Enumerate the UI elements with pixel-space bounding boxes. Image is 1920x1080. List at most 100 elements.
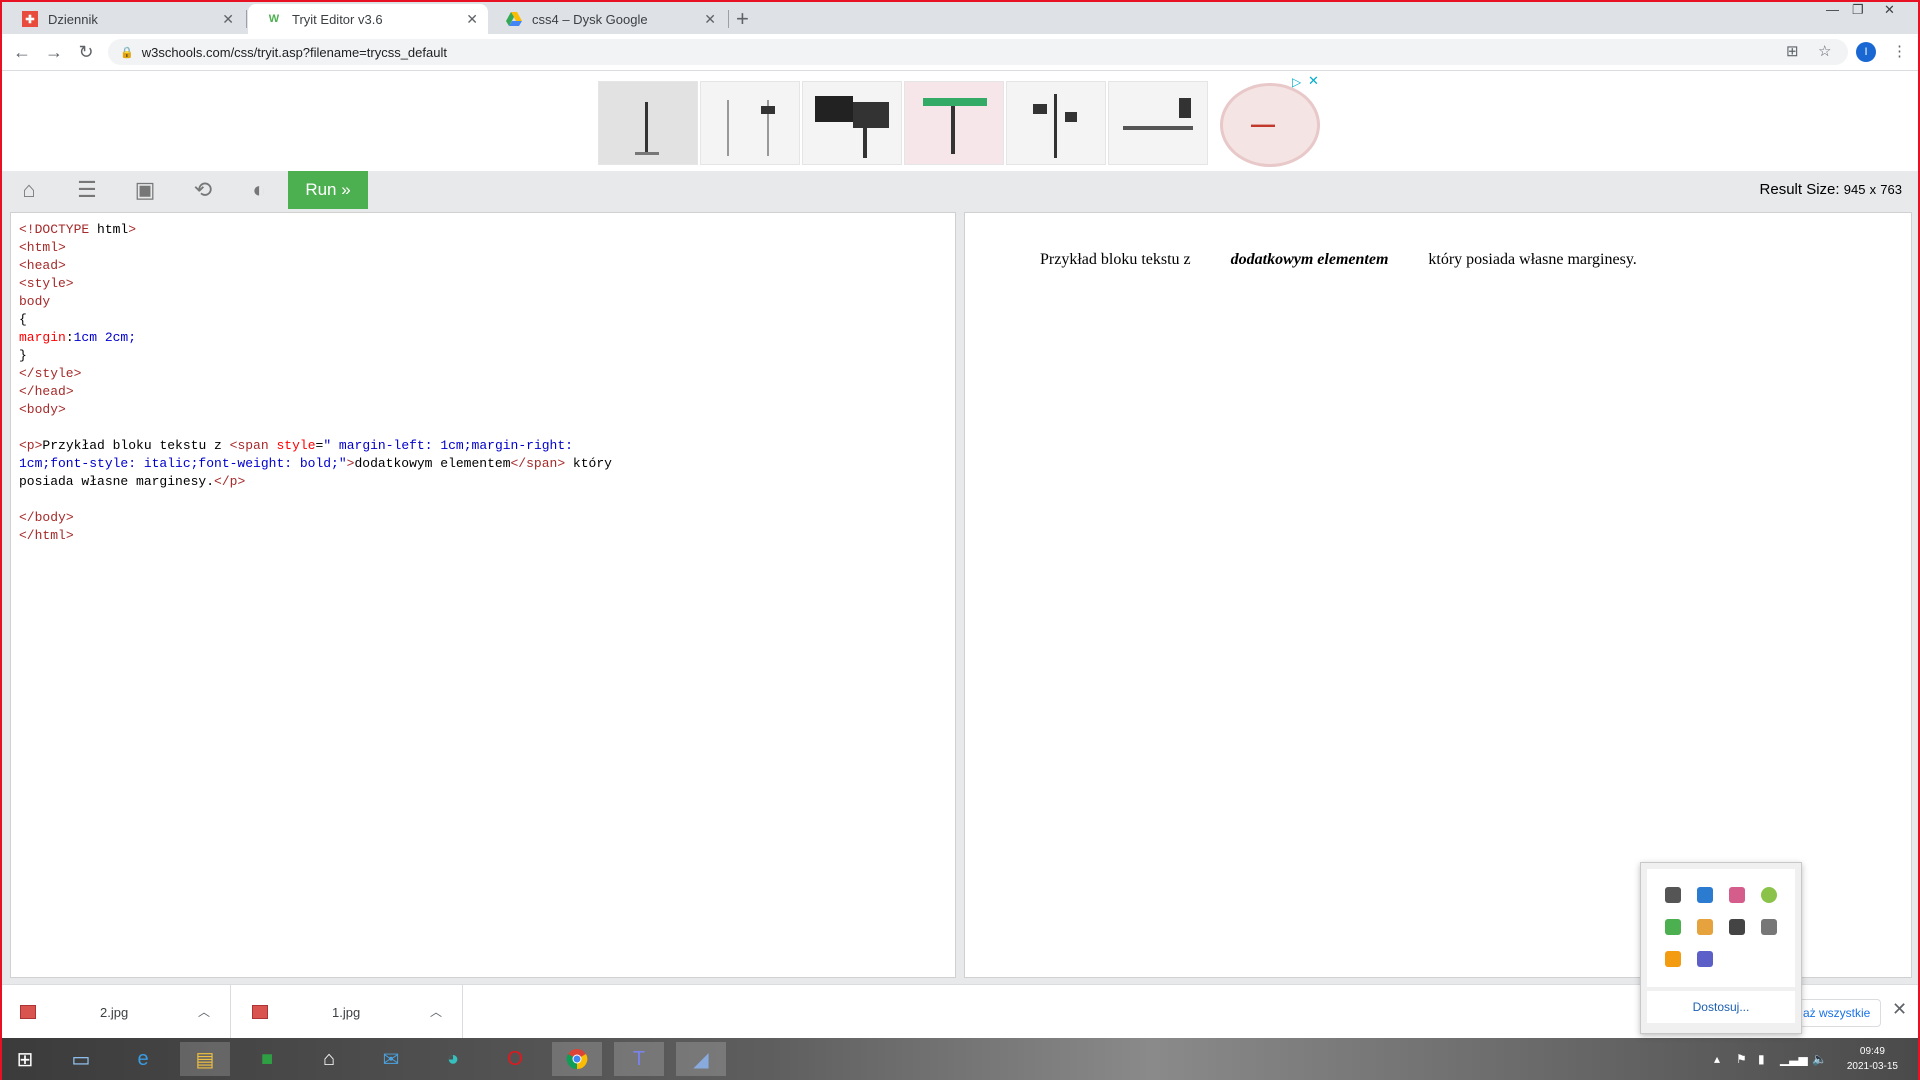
tray-overflow-popup: Dostosuj... bbox=[1640, 862, 1802, 1034]
result-size-display: Result Size: 945 x 763 bbox=[1760, 181, 1902, 198]
code-editor[interactable]: <!DOCTYPE html> <html> <head> <style> bo… bbox=[10, 212, 956, 978]
minimize-icon[interactable]: — bbox=[1826, 2, 1839, 17]
url-text: w3schools.com/css/tryit.asp?filename=try… bbox=[141, 44, 447, 60]
editor-area: <!DOCTYPE html> <html> <head> <style> bo… bbox=[0, 209, 1920, 984]
ad-banner[interactable]: ▬▬▬ ▷ ✕ bbox=[0, 71, 1920, 171]
download-filename: 1.jpg bbox=[332, 1004, 361, 1020]
download-filename: 2.jpg bbox=[100, 1004, 129, 1020]
profile-avatar[interactable]: I bbox=[1856, 42, 1876, 62]
clock-time: 09:49 bbox=[1859, 1046, 1885, 1057]
ad-product-image[interactable] bbox=[904, 81, 1004, 165]
adchoices-icon[interactable]: ▷ bbox=[1292, 75, 1301, 89]
tryit-toolbar: ⌂ ☰ ▣ ⟲ ◐ Run » Result Size: 945 x 763 bbox=[0, 171, 1920, 209]
result-height: 763 bbox=[1880, 182, 1902, 197]
opera-icon[interactable]: O bbox=[490, 1042, 540, 1076]
tab-strip: ✚ Dziennik ✕ W Tryit Editor v3.6 ✕ css4 … bbox=[0, 0, 1920, 34]
image-file-icon bbox=[20, 1005, 36, 1019]
rotate-layout-icon[interactable]: ⟲ bbox=[188, 176, 218, 204]
show-all-button[interactable]: aż wszystkie bbox=[1792, 999, 1882, 1027]
app-icon[interactable]: ◢ bbox=[676, 1042, 726, 1076]
download-item[interactable]: 1.jpg ︿ bbox=[232, 985, 463, 1039]
internet-explorer-icon[interactable]: e bbox=[118, 1042, 168, 1076]
tray-icons-grid bbox=[1647, 869, 1795, 987]
edge-icon[interactable]: ◕ bbox=[428, 1042, 478, 1076]
security-tray-icon[interactable] bbox=[1665, 919, 1681, 935]
tab-dysk-google[interactable]: css4 – Dysk Google ✕ bbox=[488, 4, 726, 34]
ad-product-image[interactable] bbox=[1006, 81, 1106, 165]
ad-brand-logo: ▬▬▬ bbox=[1251, 120, 1275, 129]
update-tray-icon[interactable] bbox=[1761, 887, 1777, 903]
store-icon[interactable]: ■ bbox=[242, 1042, 292, 1076]
dropbox-tray-icon[interactable] bbox=[1697, 919, 1713, 935]
theme-contrast-icon[interactable]: ◐ bbox=[244, 176, 274, 204]
wifi-signal-icon[interactable]: ▁▃▅ bbox=[1780, 1052, 1808, 1066]
windows-start-icon[interactable]: ⊞ bbox=[0, 1042, 50, 1076]
drive-tray-icon[interactable] bbox=[1761, 919, 1777, 935]
close-icon[interactable]: ✕ bbox=[1892, 999, 1907, 1020]
close-icon[interactable]: ✕ bbox=[222, 11, 234, 28]
teams-icon[interactable]: T bbox=[614, 1042, 664, 1076]
clock-date: 2021-03-15 bbox=[1846, 1061, 1898, 1072]
save-icon[interactable]: ▣ bbox=[130, 176, 160, 204]
chrome-icon[interactable] bbox=[552, 1042, 602, 1076]
ad-product-image[interactable] bbox=[700, 81, 800, 165]
address-bar[interactable]: 🔒 w3schools.com/css/tryit.asp?filename=t… bbox=[108, 39, 1848, 65]
tab-separator bbox=[246, 10, 247, 28]
ad-product-image[interactable] bbox=[598, 81, 698, 165]
system-clock[interactable]: 09:49 2021-03-15 bbox=[1847, 1044, 1898, 1074]
restore-icon[interactable]: ❐ bbox=[1852, 2, 1864, 18]
mail-icon[interactable]: ✉ bbox=[366, 1042, 416, 1076]
run-button[interactable]: Run » bbox=[288, 171, 368, 209]
device-tray-icon[interactable] bbox=[1729, 919, 1745, 935]
tab-tryit-editor[interactable]: W Tryit Editor v3.6 ✕ bbox=[248, 4, 488, 34]
flag-icon[interactable]: ⚑ bbox=[1736, 1052, 1747, 1066]
tab-title: Tryit Editor v3.6 bbox=[292, 11, 383, 27]
menu-dots-icon[interactable]: ⋮ bbox=[1892, 42, 1907, 60]
forward-arrow-icon[interactable]: → bbox=[42, 40, 66, 64]
browser-toolbar: ← → ↻ 🔒 w3schools.com/css/tryit.asp?file… bbox=[0, 34, 1920, 71]
hamburger-menu-icon[interactable]: ☰ bbox=[72, 176, 102, 204]
new-tab-plus-icon[interactable]: + bbox=[736, 6, 749, 32]
app-tray-icon[interactable] bbox=[1665, 951, 1681, 967]
tab-title: Dziennik bbox=[48, 11, 98, 27]
home-app-icon[interactable]: ⌂ bbox=[304, 1042, 354, 1076]
result-text-emphasis: dodatkowym elementem bbox=[1230, 251, 1389, 268]
close-icon[interactable]: ✕ bbox=[466, 11, 478, 28]
ad-product-image[interactable] bbox=[1108, 81, 1208, 165]
download-item[interactable]: 2.jpg ︿ bbox=[0, 985, 231, 1039]
ad-close-icon[interactable]: ✕ bbox=[1308, 73, 1319, 89]
result-text-after: który posiada własne marginesy. bbox=[1428, 251, 1637, 268]
result-size-label: Result Size: bbox=[1759, 181, 1840, 198]
ad-product-image[interactable] bbox=[802, 81, 902, 165]
lenovo-app-icon[interactable]: ▭ bbox=[56, 1042, 106, 1076]
chevron-up-icon[interactable]: ︿ bbox=[430, 1003, 442, 1020]
bookmark-star-icon[interactable]: ☆ bbox=[1818, 42, 1831, 60]
battery-icon[interactable]: ▮ bbox=[1758, 1052, 1765, 1066]
tab-dziennik[interactable]: ✚ Dziennik ✕ bbox=[4, 4, 244, 34]
close-window-icon[interactable]: ✕ bbox=[1884, 2, 1895, 18]
network-app-tray-icon[interactable] bbox=[1697, 887, 1713, 903]
home-icon[interactable]: ⌂ bbox=[14, 176, 44, 204]
monitor-tray-icon[interactable] bbox=[1665, 887, 1681, 903]
w3schools-favicon-icon: W bbox=[268, 13, 280, 25]
customize-link[interactable]: Dostosuj... bbox=[1647, 991, 1795, 1023]
translate-icon[interactable]: ⊞ bbox=[1786, 42, 1799, 60]
lock-icon: 🔒 bbox=[120, 46, 134, 59]
tab-title: css4 – Dysk Google bbox=[532, 11, 648, 27]
download-bar: 2.jpg ︿ 1.jpg ︿ aż wszystkie ✕ bbox=[0, 984, 1920, 1039]
teams-tray-icon[interactable] bbox=[1697, 951, 1713, 967]
result-paragraph: Przykład bloku tekstu z dodatkowym elemen… bbox=[1040, 251, 1637, 269]
code-text[interactable]: <!DOCTYPE html> <html> <head> <style> bo… bbox=[19, 221, 612, 545]
tab-separator bbox=[728, 10, 729, 28]
app-tray-icon[interactable] bbox=[1729, 887, 1745, 903]
google-drive-icon bbox=[506, 11, 522, 27]
ad-logo-circle[interactable]: ▬▬▬ bbox=[1220, 83, 1320, 167]
back-arrow-icon[interactable]: ← bbox=[10, 40, 34, 64]
result-x: x bbox=[1869, 182, 1877, 197]
volume-icon[interactable]: 🔈 bbox=[1812, 1052, 1827, 1066]
chevron-up-icon[interactable]: ︿ bbox=[198, 1003, 210, 1020]
close-icon[interactable]: ✕ bbox=[704, 11, 716, 28]
tray-expand-icon[interactable]: ▴ bbox=[1714, 1052, 1720, 1066]
reload-icon[interactable]: ↻ bbox=[74, 40, 98, 64]
file-explorer-icon[interactable]: ▤ bbox=[180, 1042, 230, 1076]
